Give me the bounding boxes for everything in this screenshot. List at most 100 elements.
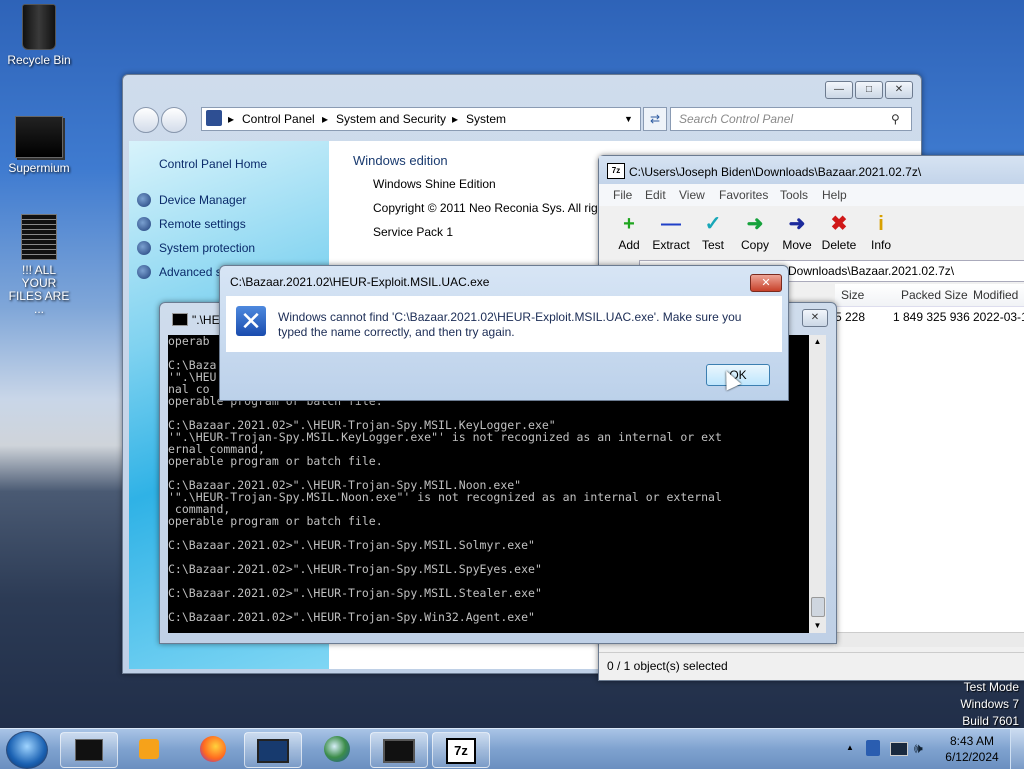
console-line: '".\HEUR-Trojan-Spy.MSIL.Noon.exe"' is n… <box>168 490 722 504</box>
toolbar-button-add[interactable]: + Add <box>607 212 651 252</box>
menu-edit[interactable]: Edit <box>645 188 666 202</box>
tray-overflow-icon[interactable]: ▲ <box>846 743 854 752</box>
sidebar-item-remote-settings[interactable]: Remote settings <box>159 217 246 231</box>
text-file-icon <box>21 214 57 260</box>
search-input[interactable]: Search Control Panel ⚲ <box>670 107 912 131</box>
clock[interactable]: 8:43 AM 6/12/2024 <box>944 733 1000 765</box>
breadcrumb-sep-icon: ▸ <box>322 112 329 126</box>
network-icon[interactable] <box>890 742 908 756</box>
control-panel-home-link[interactable]: Control Panel Home <box>159 157 267 171</box>
edition-text: Windows Shine Edition <box>373 177 496 191</box>
taskbar-supermium[interactable] <box>60 732 118 768</box>
scroll-down-arrow-icon[interactable]: ▼ <box>809 619 826 633</box>
dialog-body: ✕ Windows cannot find 'C:\Bazaar.2021.02… <box>226 296 782 352</box>
address-bar[interactable]: ▸ Control Panel ▸ System and Security ▸ … <box>201 107 641 131</box>
sidebar-item-advanced[interactable]: Advanced s <box>159 265 222 279</box>
refresh-button[interactable]: ⇄ <box>643 107 667 131</box>
firefox-icon <box>200 736 226 762</box>
shield-icon <box>137 265 151 279</box>
desktop-icon-label: Recycle Bin <box>7 53 71 67</box>
cell-packed-size: 1 849 325 936 <box>893 310 970 324</box>
column-header-packed-size[interactable]: Packed Size <box>901 288 968 302</box>
sevenzip-logo-icon: 7z <box>607 163 625 179</box>
toolbar-button-test[interactable]: ✓ Test <box>691 212 735 252</box>
media-player-icon <box>139 739 159 759</box>
breadcrumb-system-security[interactable]: System and Security <box>336 112 446 126</box>
clock-time: 8:43 AM <box>949 734 995 748</box>
toolbar-button-info[interactable]: i Info <box>859 212 903 252</box>
copy-icon: ➜ <box>746 213 764 235</box>
toolbar-button-move[interactable]: ➜ Move <box>775 212 819 252</box>
taskbar-7zip[interactable]: 7z <box>432 732 490 768</box>
dialog-title: C:\Bazaar.2021.02\HEUR-Exploit.MSIL.UAC.… <box>230 275 490 289</box>
toolbar-button-delete[interactable]: ✖ Delete <box>817 212 861 252</box>
column-header-modified[interactable]: Modified <box>973 288 1018 302</box>
scroll-thumb[interactable] <box>811 597 825 617</box>
menu-view[interactable]: View <box>679 188 705 202</box>
section-title: Windows edition <box>353 153 448 168</box>
horizontal-scrollbar[interactable] <box>835 632 1024 647</box>
breadcrumb-control-panel[interactable]: Control Panel <box>242 112 315 126</box>
taskbar: 7z ▲ 🕪 8:43 AM 6/12/2024 <box>0 728 1024 769</box>
console-line: C:\Bazaar.2021.02>".\HEUR-Trojan-Spy.Win… <box>168 610 535 624</box>
console-line: operable program or batch file. <box>168 514 383 528</box>
taskbar-control-panel[interactable] <box>244 732 302 768</box>
error-icon: ✕ <box>236 306 266 336</box>
close-button[interactable]: ✕ <box>750 274 782 292</box>
globe-icon <box>324 736 350 762</box>
taskbar-app-globe[interactable] <box>308 732 366 768</box>
close-button[interactable]: ✕ <box>885 81 913 99</box>
minimize-button[interactable]: — <box>825 81 853 99</box>
console-icon <box>383 739 415 763</box>
sidebar-item-device-manager[interactable]: Device Manager <box>159 193 246 207</box>
show-desktop-button[interactable] <box>1010 729 1024 769</box>
back-button[interactable] <box>133 107 159 133</box>
supermium-icon <box>15 116 63 158</box>
status-text: 0 / 1 object(s) selected <box>607 659 728 673</box>
copyright-text: Copyright © 2011 Neo Reconia Sys. All ri… <box>373 201 598 215</box>
menu-tools[interactable]: Tools <box>780 188 808 202</box>
desktop-icon-ransom-note[interactable]: !!! ALL YOUR FILES ARE ... <box>4 214 74 316</box>
forward-button[interactable] <box>161 107 187 133</box>
window-controls: ✕ <box>802 309 828 327</box>
extract-icon: — <box>661 213 681 235</box>
menu-favorites[interactable]: Favorites <box>719 188 768 202</box>
console-icon <box>172 313 188 326</box>
watermark-line: Test Mode <box>963 680 1019 694</box>
taskbar-console[interactable] <box>370 732 428 768</box>
column-header-size[interactable]: Size <box>841 288 864 302</box>
close-button[interactable]: ✕ <box>802 309 828 327</box>
vertical-scrollbar[interactable]: ▲ ▼ <box>809 335 826 633</box>
monitor-icon <box>257 739 289 763</box>
console-line: C:\Bazaar.2021.02>".\HEUR-Trojan-Spy.MSI… <box>168 562 542 576</box>
shield-icon <box>137 241 151 255</box>
volume-icon[interactable]: 🕪 <box>914 740 928 756</box>
move-icon: ➜ <box>788 213 806 235</box>
cell-size: 5 228 <box>835 310 866 324</box>
scroll-up-arrow-icon[interactable]: ▲ <box>809 335 826 349</box>
table-row[interactable]: 5 228 1 849 325 936 2022-03-1 <box>835 308 1024 326</box>
file-list: Size Packed Size Modified 5 228 1 849 32… <box>835 284 1024 644</box>
taskbar-firefox[interactable] <box>184 732 242 768</box>
menu-file[interactable]: File <box>613 188 632 202</box>
cell-modified: 2022-03-1 <box>973 310 1024 324</box>
desktop-icon-supermium[interactable]: Supermium <box>4 116 74 175</box>
sidebar-item-system-protection[interactable]: System protection <box>159 241 255 255</box>
breadcrumb-system[interactable]: System <box>466 112 506 126</box>
desktop-icon-label: Supermium <box>8 161 70 175</box>
toolbar-label: Test <box>701 238 724 252</box>
maximize-button[interactable]: □ <box>855 81 883 99</box>
toolbar-button-copy[interactable]: ➜ Copy <box>733 212 777 252</box>
search-placeholder: Search Control Panel <box>679 112 794 126</box>
window-controls: — □ ✕ <box>825 81 913 99</box>
action-center-icon[interactable] <box>866 740 880 756</box>
taskbar-media-player[interactable] <box>120 732 178 768</box>
toolbar-button-extract[interactable]: — Extract <box>649 212 693 252</box>
recycle-bin-icon <box>22 4 56 50</box>
menu-bar: File Edit View Favorites Tools Help <box>599 184 1024 206</box>
chevron-down-icon[interactable]: ▼ <box>624 114 633 124</box>
desktop-icon-label: !!! ALL YOUR FILES ARE ... <box>8 263 70 316</box>
menu-help[interactable]: Help <box>822 188 847 202</box>
start-button[interactable] <box>6 731 48 769</box>
desktop-icon-recycle-bin[interactable]: Recycle Bin <box>4 4 74 67</box>
